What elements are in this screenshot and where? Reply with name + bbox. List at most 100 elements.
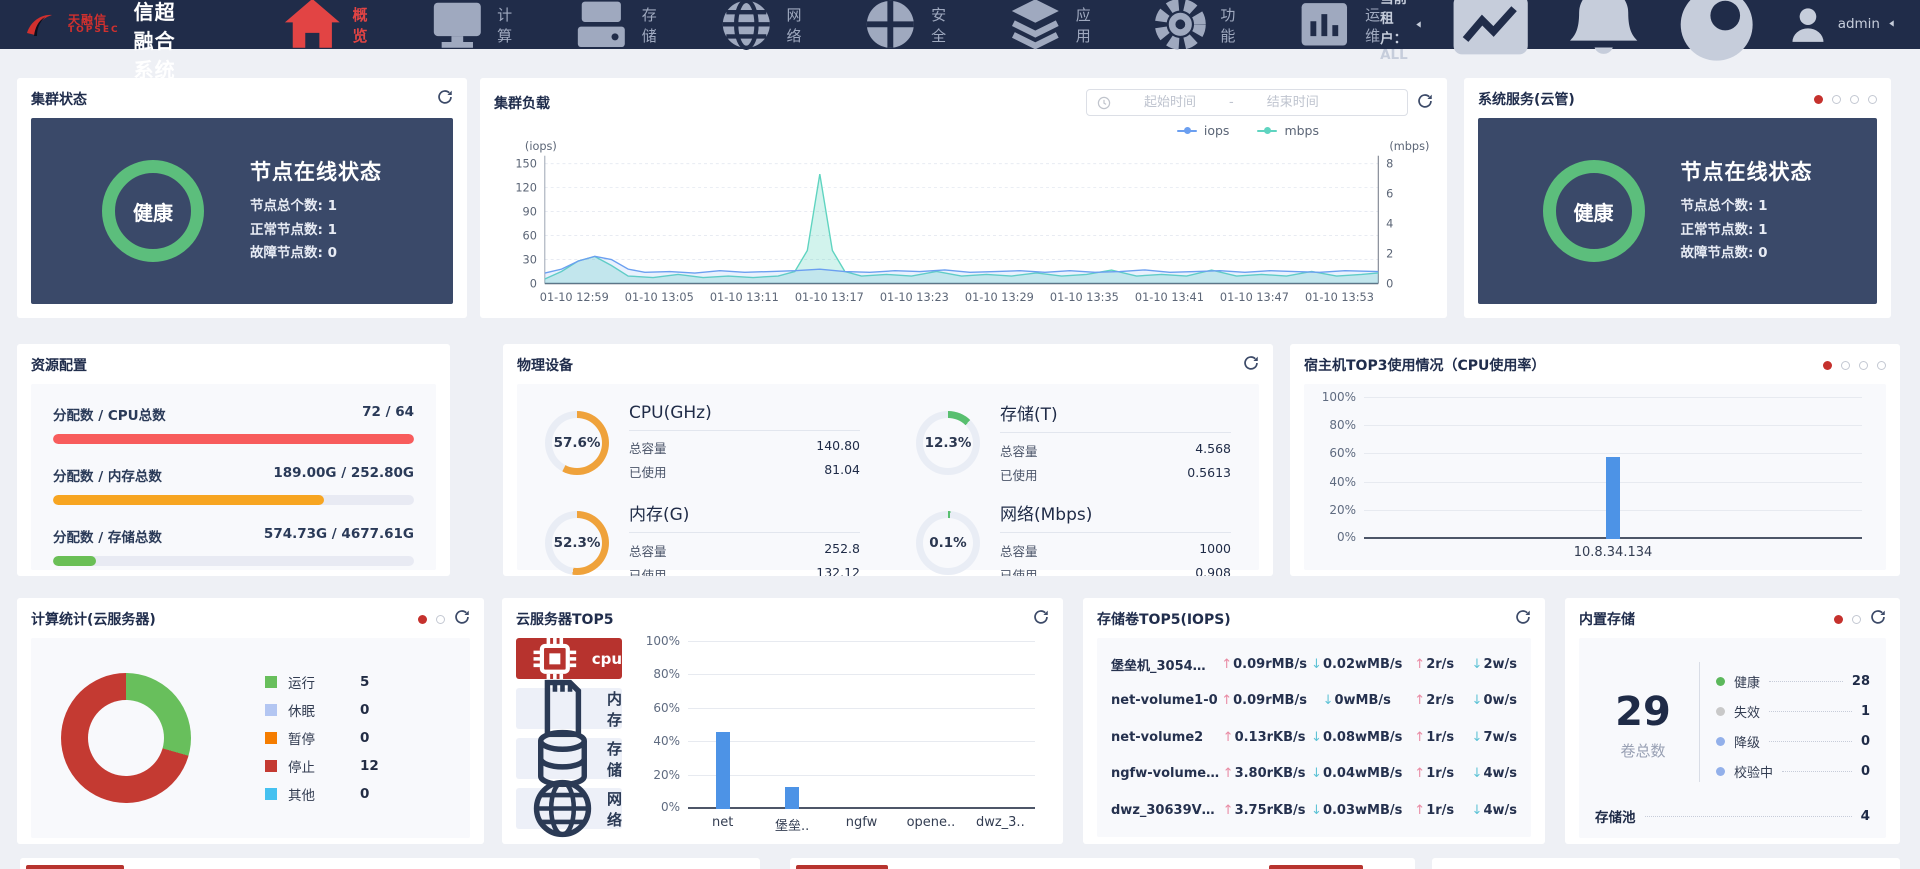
- panel-title: 物理设备: [517, 355, 573, 375]
- panel-title: 云服务器TOP5: [516, 609, 613, 629]
- user-menu[interactable]: admin: [1785, 2, 1896, 48]
- svg-text:(mbps): (mbps): [1389, 140, 1429, 153]
- caret-icon: [1414, 17, 1423, 33]
- carousel-dot[interactable]: [1832, 95, 1841, 104]
- resource-config-panel: 资源配置 分配数 / CPU总数72 / 64分配数 / 内存总数189.00G…: [17, 344, 450, 576]
- carousel-dot[interactable]: [1841, 361, 1850, 370]
- svg-text:01-10 13:35: 01-10 13:35: [1050, 291, 1119, 304]
- refresh-icon[interactable]: [1243, 355, 1259, 375]
- svg-text:01-10 13:53: 01-10 13:53: [1305, 291, 1374, 304]
- refresh-icon[interactable]: [1417, 93, 1433, 113]
- carousel-dot[interactable]: [1859, 361, 1868, 370]
- storage-icon: [570, 0, 633, 56]
- refresh-icon[interactable]: [1870, 609, 1886, 629]
- compute-stats-panel: 计算统计(云服务器) 运行5休眠0暂停0停止12其他0: [17, 598, 484, 844]
- nav-item-功能[interactable]: 功能: [1149, 0, 1236, 56]
- carousel-dot[interactable]: [1852, 615, 1861, 624]
- refresh-icon[interactable]: [454, 609, 470, 629]
- node-status-heading: 节点在线状态: [1681, 156, 1813, 186]
- tab-cpu[interactable]: cpu: [516, 638, 622, 679]
- vm-state-donut: [61, 673, 191, 803]
- server-top5-panel: 云服务器TOP5 cpu内存存储网络 0%20%40%60%80%100%net…: [502, 598, 1063, 844]
- host-top3-panel: 宿主机TOP3使用情况（CPU使用率） 0%20%40%60%80%100%10…: [1290, 344, 1900, 576]
- panel-title: 计算统计(云服务器): [31, 609, 156, 629]
- tab-内存[interactable]: 内存: [516, 688, 622, 729]
- node-stat-row: 故障节点数: 0: [250, 242, 382, 266]
- carousel-dot[interactable]: [1868, 95, 1877, 104]
- svg-text:120: 120: [515, 182, 537, 195]
- device-gauge-网络(Mbps): 0.1%网络(Mbps)总容量1000已使用0.908: [916, 500, 1231, 576]
- storage-legend-row: 失效1: [1716, 702, 1870, 721]
- nav-item-安全[interactable]: 安全: [859, 0, 946, 56]
- svg-text:01-10 12:59: 01-10 12:59: [540, 291, 609, 304]
- top-navbar: 天融信 TOPSEC 天融信超融合系统 概览计算存储网络安全应用功能运维 当前租…: [0, 0, 1920, 49]
- nav-item-网络[interactable]: 网络: [715, 0, 802, 56]
- svg-text:60: 60: [523, 229, 537, 242]
- svg-text:01-10 13:41: 01-10 13:41: [1135, 291, 1204, 304]
- metrics-icon[interactable]: [1445, 0, 1536, 70]
- internal-storage-panel: 内置存储 29 卷总数 健康28失效1降级0校验中0 存储池 4: [1565, 598, 1900, 844]
- device-gauges: 57.6%CPU(GHz)总容量140.80已使用81.0412.3%存储(T)…: [517, 384, 1259, 570]
- tab-网络[interactable]: 网络: [516, 788, 622, 829]
- node-status-card: 健康 节点在线状态 节点总个数: 1正常节点数: 1故障节点数: 0: [31, 118, 453, 304]
- nav-item-概览[interactable]: 概览: [281, 0, 368, 56]
- tenant-selector[interactable]: 当前租户：ALL: [1380, 0, 1423, 63]
- resource-bars: 分配数 / CPU总数72 / 64分配数 / 内存总数189.00G / 25…: [31, 384, 436, 570]
- partial-panel: [790, 858, 1415, 869]
- cluster-load-panel: 集群负载 - iops mbps 030609012015002468(iops…: [480, 78, 1447, 318]
- svg-text:01-10 13:29: 01-10 13:29: [965, 291, 1034, 304]
- device-gauge-存储(T): 12.3%存储(T)总容量4.568已使用0.5613: [916, 400, 1231, 486]
- svg-text:90: 90: [523, 205, 537, 218]
- tab-存储[interactable]: 存储: [516, 738, 622, 779]
- volume-row: dwz_30639V…↑3.75rKB/s↓0.03wMB/s↑1r/s↓4w/…: [1111, 792, 1517, 829]
- nav-item-存储[interactable]: 存储: [570, 0, 657, 56]
- legend-mbps[interactable]: mbps: [1257, 123, 1319, 138]
- refresh-icon[interactable]: [1033, 609, 1049, 629]
- start-time-input[interactable]: [1111, 95, 1229, 110]
- panel-title: 宿主机TOP3使用情况（CPU使用率）: [1304, 355, 1545, 375]
- carousel-dot[interactable]: [418, 615, 427, 624]
- bar: [785, 787, 799, 809]
- storage-legend-row: 健康28: [1716, 672, 1870, 691]
- app-title: 天融信超融合系统: [134, 0, 193, 83]
- bell-icon[interactable]: 7: [1558, 0, 1649, 72]
- panel-title: 集群负载: [494, 93, 550, 113]
- date-range-picker[interactable]: -: [1086, 89, 1408, 116]
- host-cpu-chart: 0%20%40%60%80%100%10.8.34.134: [1304, 384, 1886, 570]
- nav-item-应用[interactable]: 应用: [1004, 0, 1091, 56]
- panel-title: 资源配置: [31, 355, 87, 375]
- refresh-icon[interactable]: [437, 89, 453, 109]
- health-ring: 健康: [1543, 160, 1645, 262]
- partial-panel: [1432, 858, 1900, 869]
- end-time-input[interactable]: [1234, 95, 1352, 110]
- vm-state-legend-row: 休眠0: [265, 700, 379, 720]
- panel-title: 系统服务(云管): [1478, 89, 1575, 109]
- node-stat-row: 正常节点数: 1: [250, 219, 382, 243]
- svg-text:(iops): (iops): [525, 140, 557, 153]
- circle-status-icon[interactable]: [1671, 0, 1762, 70]
- carousel-dot[interactable]: [436, 615, 445, 624]
- carousel-dot[interactable]: [1877, 361, 1886, 370]
- legend-iops[interactable]: iops: [1177, 123, 1230, 138]
- system-service-panel: 系统服务(云管) 健康 节点在线状态 节点总个数: 1正常节点数: 1故障节点数…: [1464, 78, 1891, 318]
- svg-text:30: 30: [523, 253, 537, 266]
- carousel-dot[interactable]: [1814, 95, 1823, 104]
- storage-legend-row: 校验中0: [1716, 762, 1870, 781]
- svg-text:01-10 13:11: 01-10 13:11: [710, 291, 779, 304]
- svg-text:2: 2: [1386, 247, 1393, 260]
- vm-state-legend-row: 其他0: [265, 784, 379, 804]
- panel-title: 集群状态: [31, 89, 87, 109]
- svg-text:0: 0: [1386, 277, 1393, 290]
- globe-icon: [529, 775, 596, 842]
- nav-item-运维[interactable]: 运维: [1293, 0, 1380, 56]
- nav-item-计算[interactable]: 计算: [426, 0, 513, 56]
- carousel-dot[interactable]: [1850, 95, 1859, 104]
- carousel-dot[interactable]: [1823, 361, 1832, 370]
- bar: [1606, 457, 1620, 539]
- svg-text:4: 4: [1386, 217, 1393, 230]
- refresh-icon[interactable]: [1515, 609, 1531, 629]
- node-status-heading: 节点在线状态: [250, 156, 382, 186]
- panel-title: 内置存储: [1579, 609, 1635, 629]
- svg-text:01-10 13:47: 01-10 13:47: [1220, 291, 1289, 304]
- carousel-dot[interactable]: [1834, 615, 1843, 624]
